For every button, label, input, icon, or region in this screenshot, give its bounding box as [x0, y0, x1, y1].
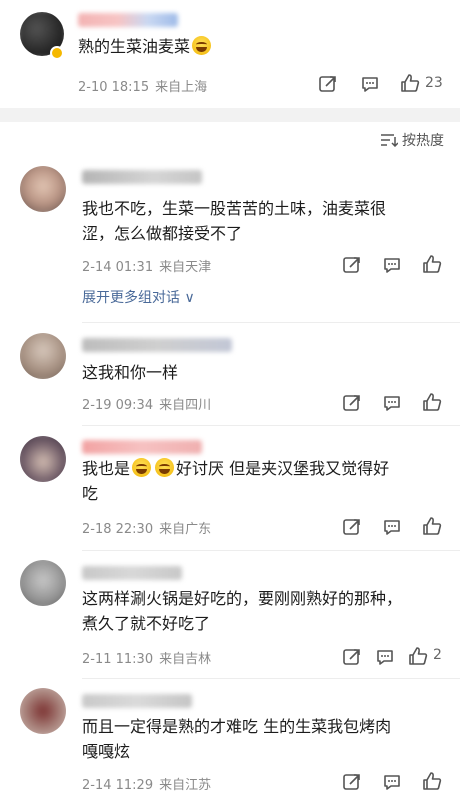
comment-icon[interactable]: [382, 772, 402, 792]
comment-source: 来自广东: [159, 522, 212, 537]
comment-text: 我也不吃，生菜一股苦苦的土味，油麦菜很 涩，怎么做都接受不了: [82, 196, 386, 246]
comment-time: 2-18 22:30: [82, 522, 154, 537]
post-like-count: 23: [425, 75, 443, 91]
share-icon[interactable]: [342, 517, 362, 537]
comment-source: 来自天津: [159, 260, 212, 275]
comment-like-count: 2: [433, 647, 442, 663]
avatar[interactable]: [20, 166, 66, 212]
comment-icon[interactable]: [360, 74, 380, 94]
share-icon[interactable]: [342, 393, 362, 413]
avatar[interactable]: [20, 436, 66, 482]
divider: [82, 550, 460, 551]
share-icon[interactable]: [342, 772, 362, 792]
comment-text-line: 吃: [82, 484, 99, 503]
comment-meta: 2-14 11:29 来自江苏: [82, 774, 211, 793]
expand-replies-link[interactable]: 展开更多组对话 ∨: [82, 287, 195, 307]
like-icon[interactable]: [408, 646, 428, 666]
comment-meta: 2-11 11:30 来自吉林: [82, 648, 211, 667]
avatar[interactable]: [20, 560, 66, 606]
comment-text-line: 我也是 好讨厌 但是夹汉堡我又觉得好: [82, 456, 389, 481]
comment-text-line: 这两样涮火锅是好吃的，要刚刚熟好的那种，: [82, 589, 403, 608]
comment-icon[interactable]: [382, 255, 402, 275]
username[interactable]: [82, 170, 202, 184]
like-icon[interactable]: [422, 254, 442, 274]
like-icon[interactable]: [422, 516, 442, 536]
divider: [82, 425, 460, 426]
crying-laughing-emoji-icon: [132, 458, 152, 477]
crying-laughing-emoji-icon: [155, 458, 175, 477]
section-divider: [0, 108, 460, 122]
main-post: 熟的生菜油麦菜 2-10 18:15 来自上海 23: [0, 0, 460, 108]
like-icon[interactable]: [422, 771, 442, 791]
comment-text: 这我和你一样: [82, 360, 178, 385]
comment-meta: 2-14 01:31 来自天津: [82, 256, 211, 275]
comment-time: 2-19 09:34: [82, 398, 154, 413]
post-time: 2-10 18:15: [78, 80, 150, 95]
username[interactable]: [82, 566, 182, 580]
divider: [82, 322, 460, 323]
comment-text-line: 而且一定得是熟的才难吃 生的生菜我包烤肉: [82, 717, 392, 736]
comment-text-line: 煮久了就不好吃了: [82, 614, 211, 633]
post-text: 熟的生菜油麦菜: [78, 34, 213, 59]
sort-toggle[interactable]: 按热度: [380, 130, 444, 150]
divider: [82, 678, 460, 679]
comment-source: 来自四川: [159, 398, 212, 413]
username[interactable]: [78, 13, 178, 27]
comment-text: 而且一定得是熟的才难吃 生的生菜我包烤肉 嘎嘎炫: [82, 714, 391, 764]
sort-label: 按热度: [402, 133, 444, 149]
crying-laughing-emoji-icon: [192, 36, 212, 55]
comment-icon[interactable]: [375, 647, 395, 667]
post-meta: 2-10 18:15 来自上海: [78, 76, 207, 95]
comment-text-part: 我也是: [82, 459, 131, 478]
avatar[interactable]: [20, 688, 66, 734]
like-icon[interactable]: [422, 392, 442, 412]
comment-icon[interactable]: [382, 393, 402, 413]
comment-text-line: 涩，怎么做都接受不了: [82, 224, 243, 243]
post-source: 来自上海: [155, 80, 208, 95]
username[interactable]: [82, 694, 192, 708]
comment-text-line: 嘎嘎炫: [82, 742, 131, 761]
share-icon[interactable]: [342, 647, 362, 667]
comment-text-line: 这我和你一样: [82, 363, 179, 382]
post-text-content: 熟的生菜油麦菜: [78, 37, 191, 56]
comment-meta: 2-18 22:30 来自广东: [82, 518, 211, 537]
username[interactable]: [82, 338, 232, 352]
comment-text-line: 我也不吃，生菜一股苦苦的土味，油麦菜很: [82, 199, 387, 218]
comment-time: 2-14 01:31: [82, 260, 154, 275]
comment-source: 来自吉林: [159, 652, 212, 667]
username[interactable]: [82, 440, 202, 454]
share-icon[interactable]: [342, 255, 362, 275]
sort-icon: [381, 134, 398, 147]
verified-badge-icon: [50, 46, 64, 60]
like-icon[interactable]: [400, 73, 420, 93]
comment-source: 来自江苏: [159, 778, 212, 793]
comment-time: 2-11 11:30: [82, 652, 154, 667]
avatar[interactable]: [20, 333, 66, 379]
comment-meta: 2-19 09:34 来自四川: [82, 394, 211, 413]
share-icon[interactable]: [318, 74, 338, 94]
comment-icon[interactable]: [382, 517, 402, 537]
comment-text-part: 好讨厌 但是夹汉堡我又觉得好: [176, 459, 390, 478]
comment-text: 我也是 好讨厌 但是夹汉堡我又觉得好 吃: [82, 456, 389, 506]
comment-time: 2-14 11:29: [82, 778, 154, 793]
comment-text: 这两样涮火锅是好吃的，要刚刚熟好的那种， 煮久了就不好吃了: [82, 586, 402, 636]
